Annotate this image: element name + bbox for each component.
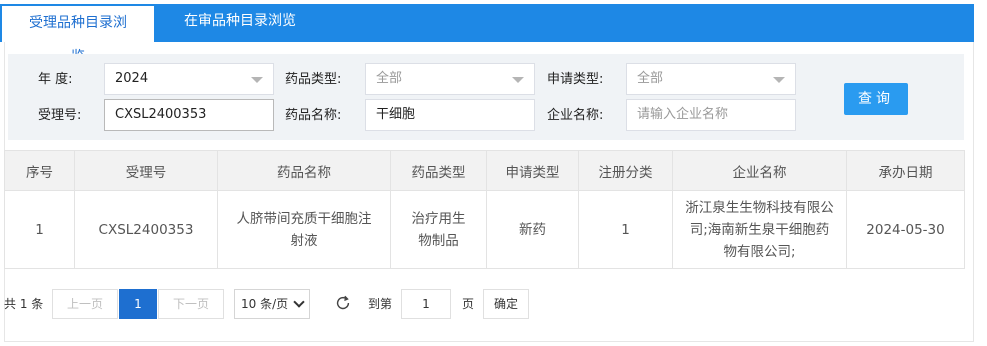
header-date: 承办日期	[846, 150, 965, 191]
header-index: 序号	[4, 150, 75, 191]
cell-date: 2024-05-30	[846, 190, 965, 269]
company-input[interactable]: 请输入企业名称	[626, 99, 796, 131]
drug-type-label: 药品类型:	[285, 72, 342, 87]
apply-type-value: 全部	[637, 71, 664, 86]
cell-drug-name: 人脐带间充质干细胞注射液	[217, 190, 391, 269]
pagination: 共 1 条 上一页 1 下一页 10 条/页 到第 1 页 确定	[4, 289, 564, 319]
goto-page-input[interactable]: 1	[401, 289, 451, 319]
cell-apply-type: 新药	[486, 190, 579, 269]
apply-type-label: 申请类型:	[547, 72, 604, 87]
company-placeholder: 请输入企业名称	[637, 107, 729, 122]
header-drug-name: 药品名称	[217, 150, 391, 191]
drug-type-select[interactable]: 全部	[365, 63, 535, 95]
drug-name-label: 药品名称:	[285, 108, 342, 123]
year-label: 年 度:	[38, 72, 73, 87]
company-label: 企业名称:	[547, 108, 604, 123]
page-1-button[interactable]: 1	[119, 289, 157, 319]
header-apply-type: 申请类型	[486, 150, 579, 191]
header-accept-no: 受理号	[74, 150, 218, 191]
drug-name-value: 干细胞	[376, 107, 416, 122]
cell-reg-class: 1	[578, 190, 673, 269]
refresh-icon[interactable]	[334, 294, 352, 312]
tab-accepted-catalog[interactable]: 受理品种目录浏览	[2, 4, 154, 65]
accept-no-label: 受理号:	[38, 108, 82, 123]
table-row[interactable]: 1 CXSL2400353 人脐带间充质干细胞注射液 治疗用生物制品 新药 1 …	[4, 190, 965, 269]
confirm-button[interactable]: 确定	[483, 289, 529, 319]
drug-name-input[interactable]: 干细胞	[365, 99, 535, 131]
header-company: 企业名称	[672, 150, 847, 191]
page-size-value: 10 条/页	[241, 297, 289, 311]
results-table: 序号 受理号 药品名称 药品类型 申请类型 注册分类 企业名称 承办日期 1 C…	[4, 150, 965, 269]
cell-drug-type: 治疗用生物制品	[390, 190, 487, 269]
chevron-down-icon	[293, 296, 305, 308]
prev-page-button[interactable]: 上一页	[52, 289, 118, 319]
apply-type-select[interactable]: 全部	[626, 63, 796, 95]
accept-no-input[interactable]: CXSL2400353	[104, 99, 274, 131]
query-button[interactable]: 查询	[844, 83, 908, 115]
table-header-row: 序号 受理号 药品名称 药品类型 申请类型 注册分类 企业名称 承办日期	[4, 150, 965, 191]
next-page-button[interactable]: 下一页	[158, 289, 224, 319]
page-size-select[interactable]: 10 条/页	[234, 289, 310, 319]
accept-no-value: CXSL2400353	[115, 107, 207, 122]
cell-index: 1	[4, 190, 75, 269]
header-drug-type: 药品类型	[390, 150, 487, 191]
page-unit-label: 页	[462, 297, 475, 311]
year-value: 2024	[115, 71, 149, 86]
cell-company: 浙江泉生生物科技有限公司;海南新生泉干细胞药物有限公司;	[672, 190, 847, 269]
drug-type-value: 全部	[376, 71, 403, 86]
cell-accept-no: CXSL2400353	[74, 190, 218, 269]
year-select[interactable]: 2024	[104, 63, 274, 95]
header-reg-class: 注册分类	[578, 150, 673, 191]
goto-label: 到第	[368, 297, 393, 311]
tab-under-review-catalog[interactable]: 在审品种目录浏览	[162, 4, 318, 38]
total-count: 共 1 条	[4, 297, 44, 311]
